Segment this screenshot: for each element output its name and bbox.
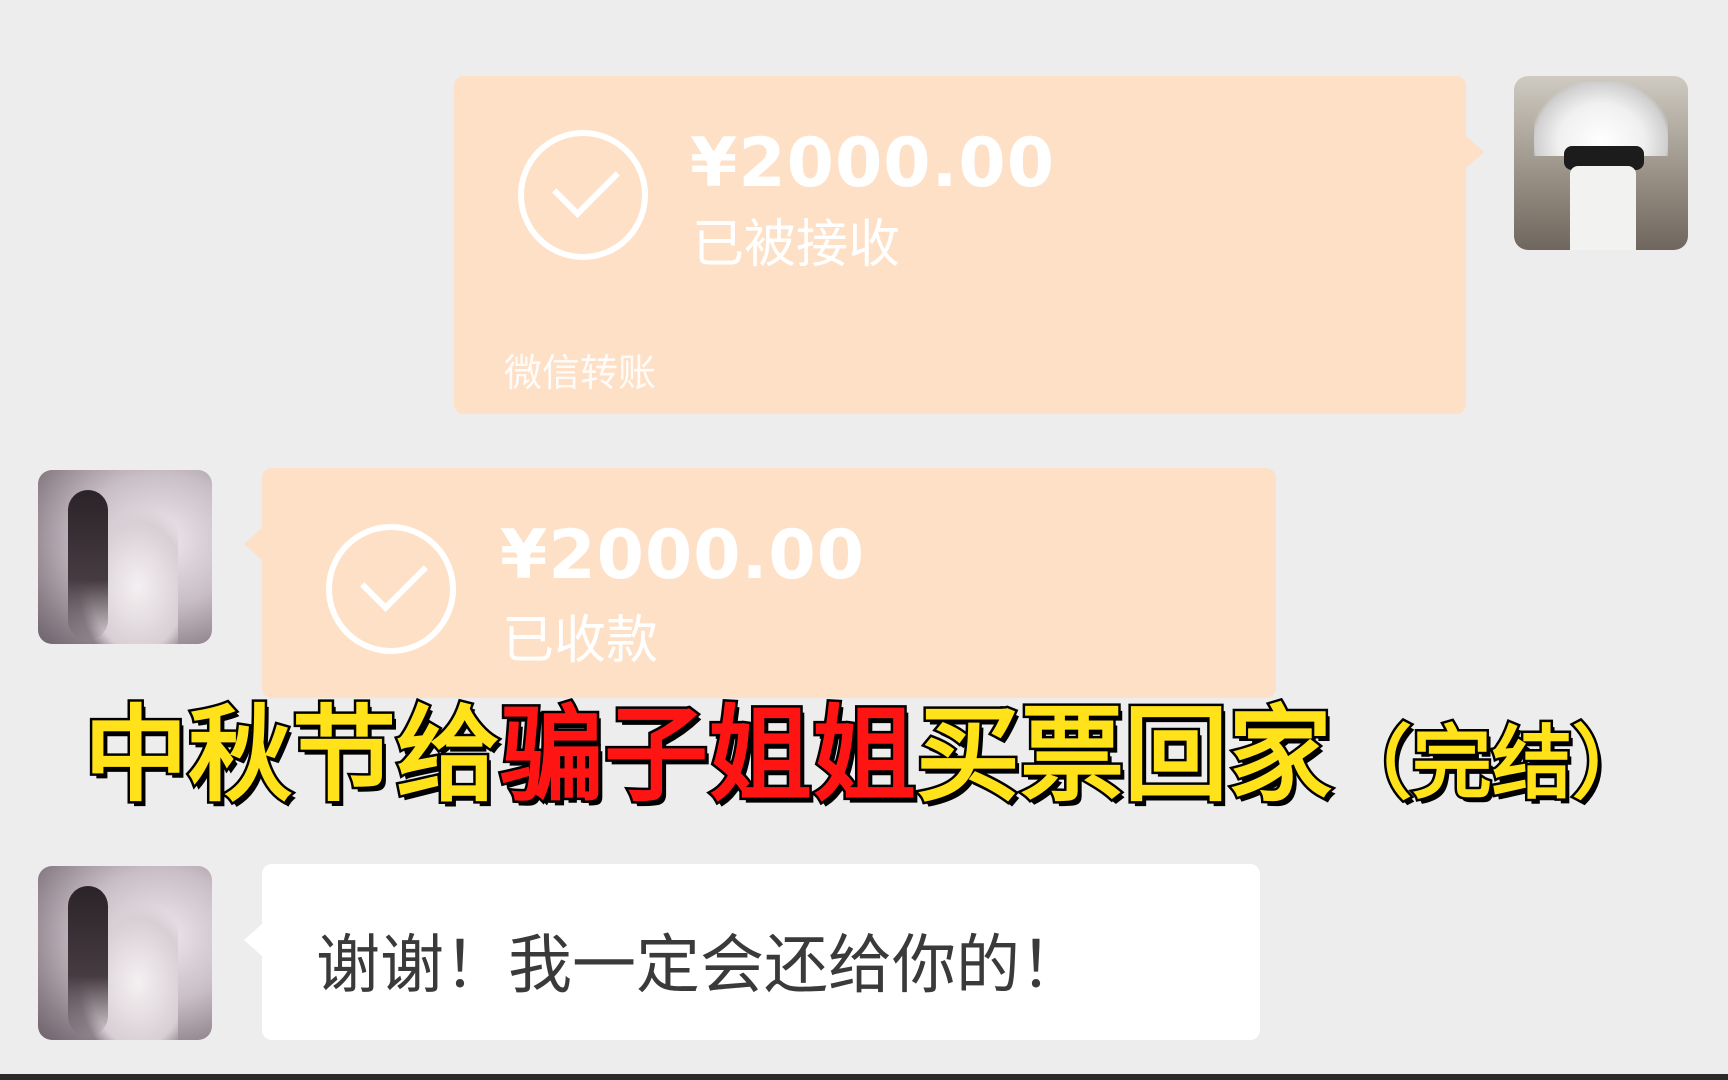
transfer-source: 微信转账: [504, 351, 657, 395]
transfer-status: 已被接收: [692, 215, 901, 275]
bubble-tail: [244, 528, 262, 560]
text-message-bubble[interactable]: 谢谢！我一定会还给你的！: [244, 864, 1260, 1040]
title-part-3: 买票回家: [914, 692, 1335, 819]
bubble-tail: [244, 924, 262, 956]
title-part-1: 中秋节给: [81, 692, 502, 819]
avatar-ponytail: [68, 490, 108, 640]
transfer-amount: ¥2000.00: [500, 516, 866, 595]
check-circle-icon: [518, 130, 648, 260]
bubble-tail: [1466, 136, 1484, 168]
message-text: 谢谢！我一定会还给你的！: [316, 929, 1084, 1003]
title-part-4: （完结）: [1330, 715, 1655, 813]
sent-transfer-bubble[interactable]: ¥2000.00 已被接收 微信转账: [454, 76, 1484, 414]
contact-avatar[interactable]: [38, 470, 212, 644]
bottom-edge-bar: [0, 1074, 1728, 1080]
received-transfer-bubble[interactable]: ¥2000.00 已收款: [244, 468, 1276, 698]
self-avatar[interactable]: [1514, 76, 1688, 250]
chat-screen: ¥2000.00 已被接收 微信转账 ¥2000.00 已收款 谢谢！我一定会还…: [0, 0, 1728, 1080]
checkmark-icon: [552, 150, 620, 218]
avatar-hair: [1534, 82, 1668, 156]
video-title-overlay: 中秋节给骗子姐姐买票回家（完结）: [81, 690, 1704, 820]
check-circle-icon: [326, 524, 456, 654]
avatar-ponytail: [68, 886, 108, 1036]
transfer-amount: ¥2000.00: [690, 124, 1056, 203]
title-part-2: 骗子姐姐: [498, 692, 919, 819]
checkmark-icon: [360, 544, 428, 612]
transfer-status: 已收款: [502, 611, 659, 671]
avatar-face: [1570, 166, 1636, 250]
contact-avatar[interactable]: [38, 866, 212, 1040]
